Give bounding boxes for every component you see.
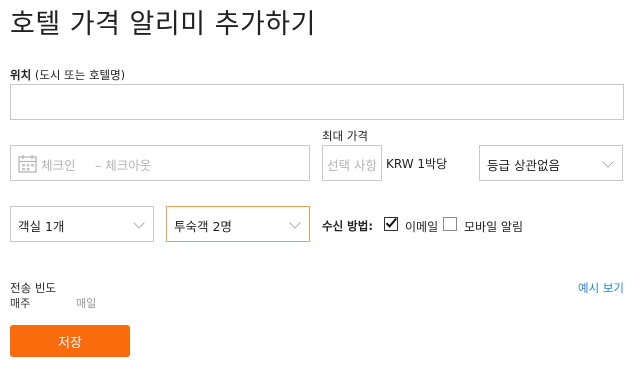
guests-select-value: 투숙객 2명 [174,219,232,234]
checkout-placeholder[interactable]: – 체크아웃 [95,155,151,174]
grade-select[interactable]: 등급 상관없음 [479,145,623,181]
check-icon [385,217,397,228]
chevron-down-icon [289,217,301,229]
notify-label: 수신 방법: [322,219,373,233]
rooms-select-value: 객실 1개 [18,219,65,234]
grade-select-value: 등급 상관없음 [487,158,560,173]
mobile-checkbox[interactable] [443,217,457,231]
mobile-label[interactable]: 모바일 알림 [464,218,523,235]
location-label-hint: (도시 또는 호텔명) [31,68,126,82]
frequency-option-weekly[interactable]: 매주 [10,295,30,311]
guests-select[interactable]: 투숙객 2명 [166,206,310,242]
chevron-down-icon [602,156,614,168]
date-range-input[interactable]: 체크인 – 체크아웃 [10,145,310,181]
frequency-option-daily[interactable]: 매일 [76,295,96,311]
preview-link[interactable]: 예시 보기 [578,280,624,296]
max-price-label: 최대 가격 [322,129,368,143]
max-price-placeholder: 선택 사항 [327,158,377,173]
calendar-icon [18,155,37,173]
location-label-main: 위치 [10,68,32,82]
frequency-label: 전송 빈도 [10,281,56,295]
save-button[interactable]: 저장 [10,325,130,357]
email-label[interactable]: 이메일 [405,218,438,235]
max-price-input[interactable]: 선택 사항 [322,145,382,181]
chevron-down-icon [133,217,145,229]
checkin-placeholder[interactable]: 체크인 [41,155,76,174]
location-input[interactable] [10,84,624,120]
rooms-select[interactable]: 객실 1개 [10,206,154,242]
max-price-unit: KRW 1박당 [386,157,448,171]
page-title: 호텔 가격 알리미 추가하기 [10,9,316,40]
email-checkbox[interactable] [384,217,398,231]
location-label: 위치 (도시 또는 호텔명) [10,67,125,83]
